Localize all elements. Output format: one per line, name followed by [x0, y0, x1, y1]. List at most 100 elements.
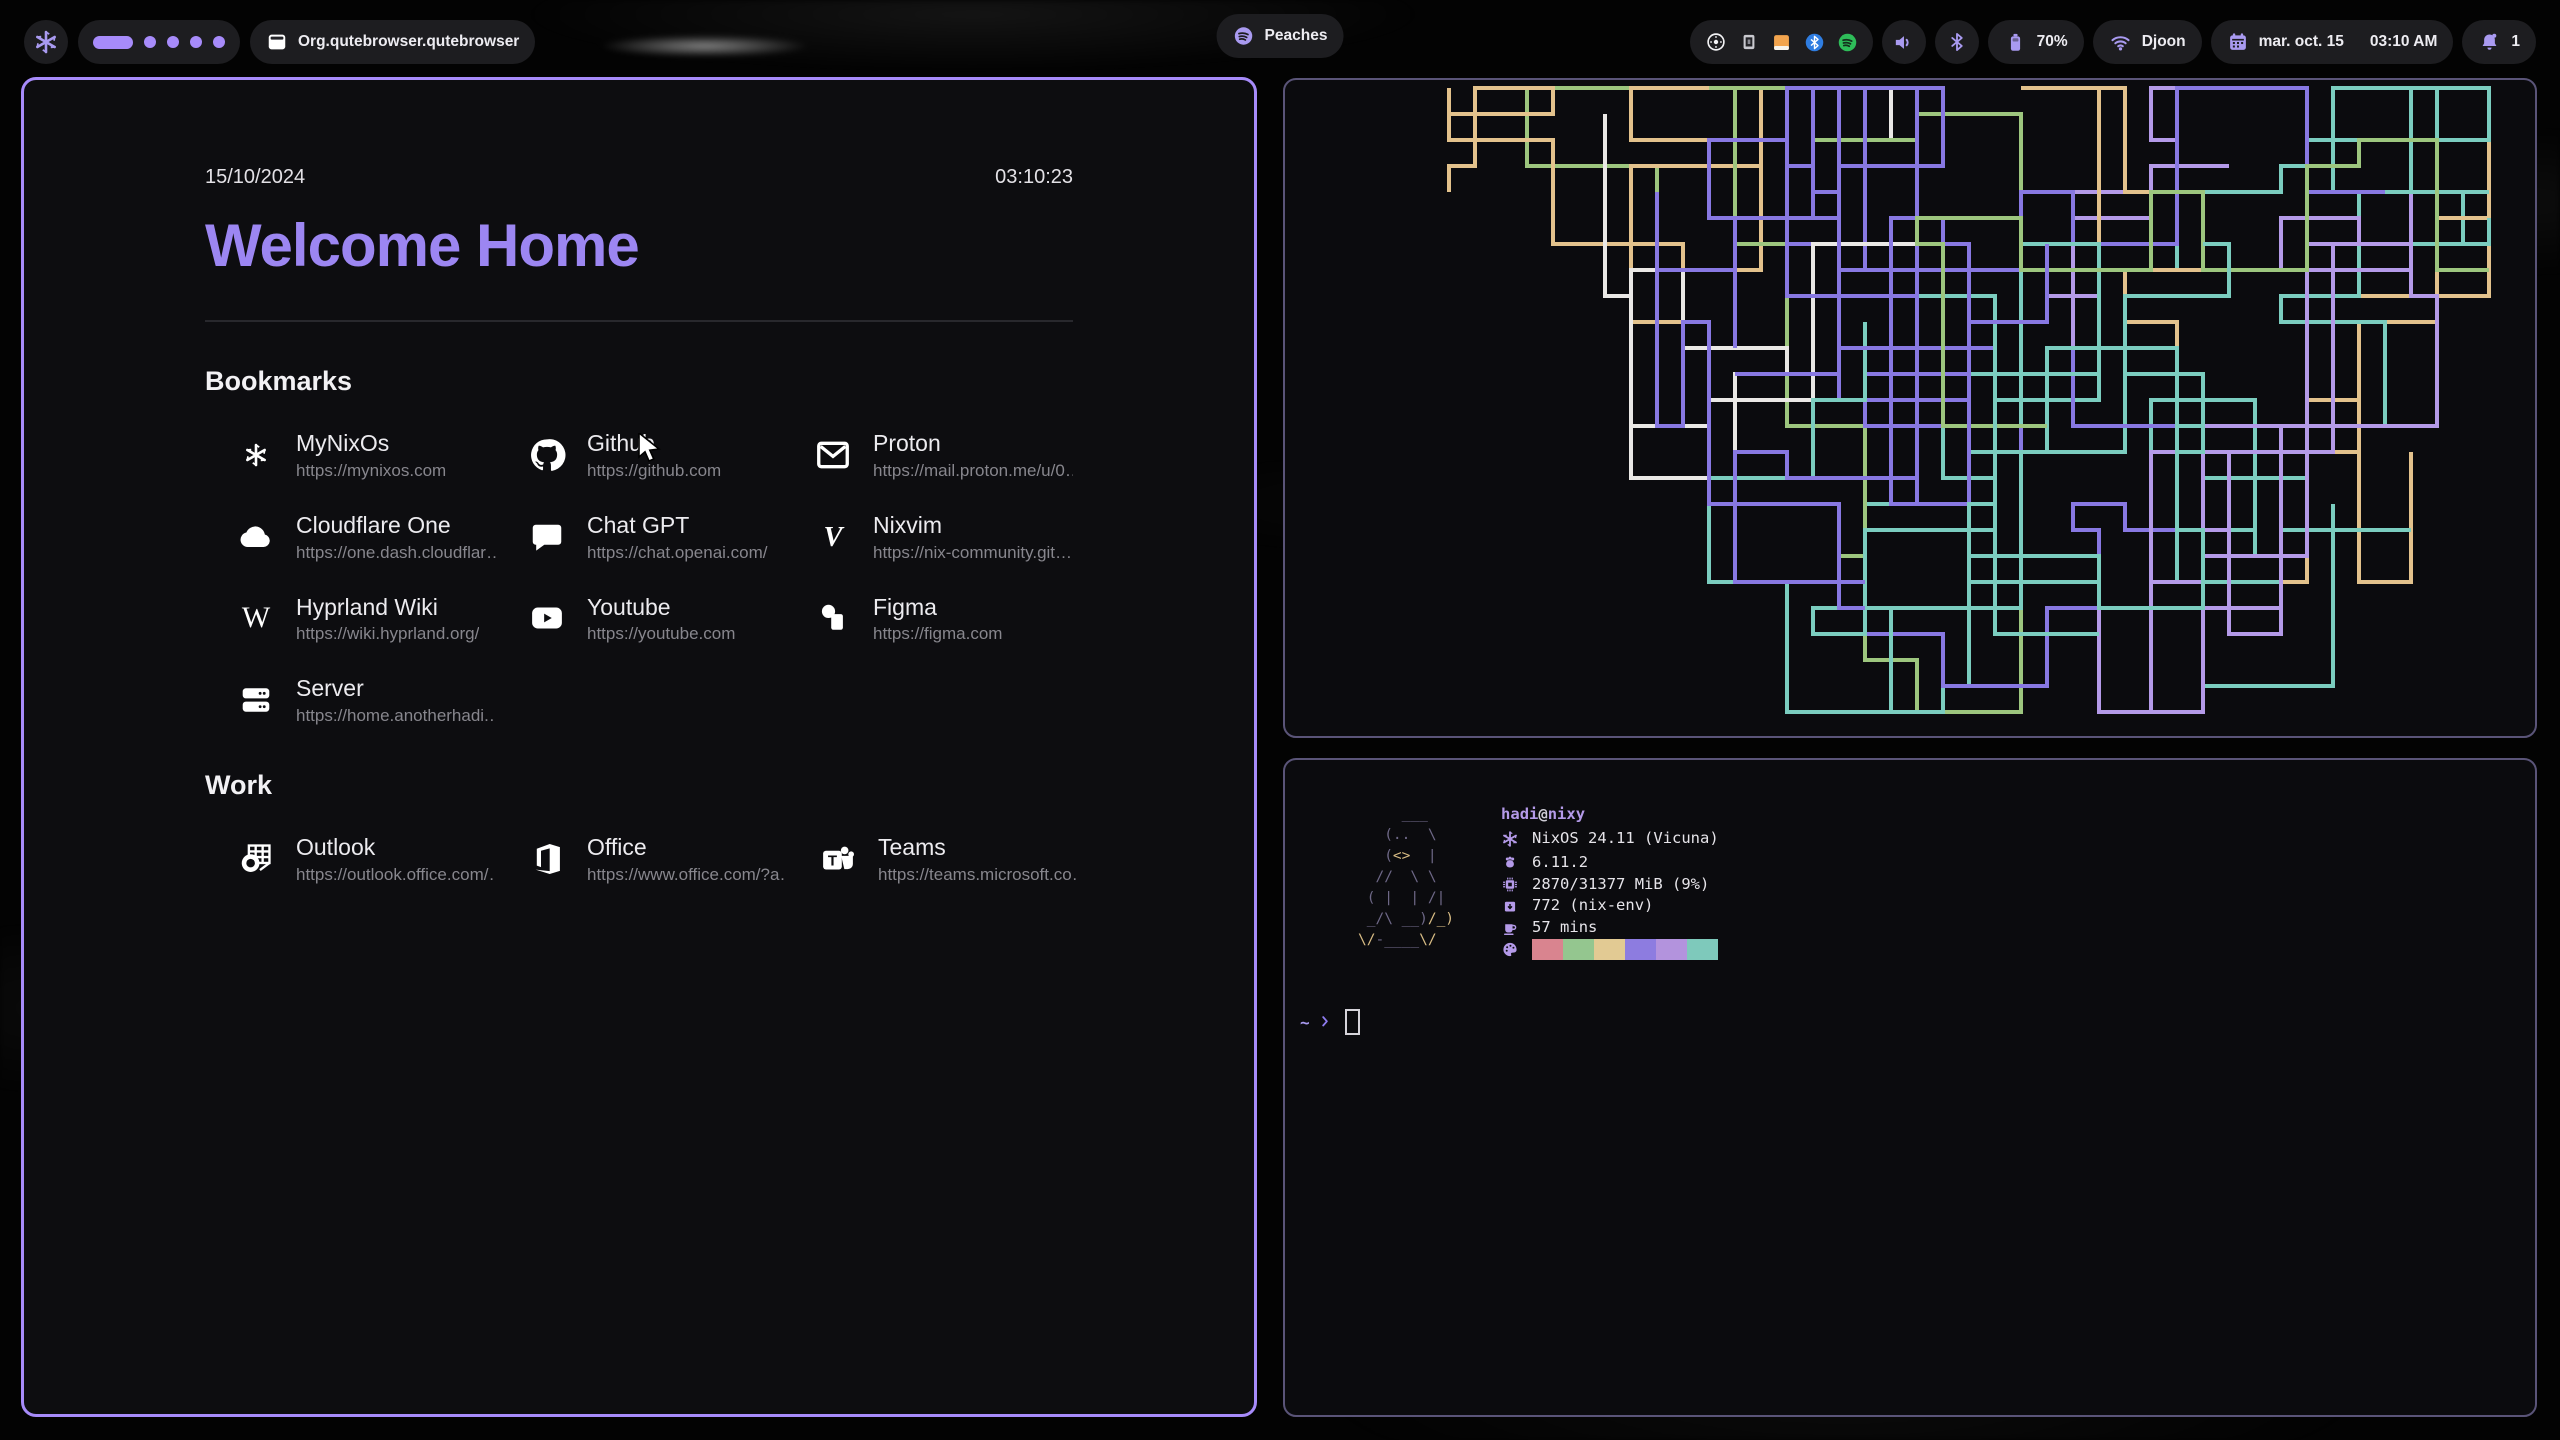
nix-snowflake-icon [1501, 826, 1519, 852]
lens-icon[interactable] [1705, 31, 1727, 53]
fetch-user-host: hadi@nixy [1501, 804, 1719, 826]
workspace-1[interactable] [93, 36, 133, 49]
bookmark-office[interactable]: Office https://www.office.com/?a… [524, 833, 787, 885]
bookmark-hyprland-wiki[interactable]: WHyprland Wikihttps://wiki.hyprland.org/ [233, 593, 496, 645]
bookmark-name: Chat GPT [587, 511, 768, 540]
link-grid: Outlook https://outlook.office.com/… Offic… [205, 833, 1073, 885]
spotify-icon [1233, 25, 1255, 47]
bookmark-url: https://youtube.com [587, 624, 735, 644]
section-heading: Work [205, 770, 1073, 801]
bookmark-chat-gpt[interactable]: Chat GPThttps://chat.openai.com/ [524, 511, 782, 563]
workspace-indicators [78, 20, 240, 64]
music-player-pill[interactable]: Peaches [1217, 14, 1344, 58]
teams-icon: T [815, 836, 861, 882]
clock-pill[interactable]: mar. oct. 15 03:10 AM [2211, 20, 2454, 64]
bookmark-server[interactable]: Serverhttps://home.anotherhadi.… [233, 674, 496, 726]
vim-icon: V [810, 514, 856, 560]
shell-prompt: ~ [1300, 1009, 1360, 1035]
music-track-title: Peaches [1265, 27, 1328, 45]
fetch-row: NixOS 24.11 (Vicuna) [1501, 826, 1719, 852]
battery-pill[interactable]: 70% [1988, 20, 2084, 64]
bookmark-youtube[interactable]: Youtubehttps://youtube.com [524, 593, 782, 645]
volume-icon [1892, 31, 1915, 54]
bookmark-url: https://mail.proton.me/u/0… [873, 461, 1073, 481]
nix-snowflake-icon [33, 29, 59, 55]
bookmark-name: Outlook [296, 833, 496, 862]
office-icon [524, 836, 570, 882]
page-title: Welcome Home [205, 211, 1073, 280]
bookmark-name: Youtube [587, 593, 735, 622]
workspace-2[interactable] [144, 36, 156, 48]
cloud-icon [233, 514, 279, 560]
link-grid: MyNixOshttps://mynixos.comGithubhttps://… [205, 429, 1073, 726]
bookmark-name: Cloudflare One [296, 511, 496, 540]
color-swatch [1687, 939, 1718, 960]
bookmark-name: Nixvim [873, 511, 1072, 540]
startpage-time: 03:10:23 [995, 166, 1073, 189]
network-name: Djoon [2142, 33, 2186, 51]
top-bar: Org.qutebrowser.qutebrowser Peaches [0, 0, 2560, 70]
window-title: Org.qutebrowser.qutebrowser [298, 33, 519, 51]
fetch-value: 2870/31377 MiB (9%) [1532, 874, 1709, 896]
prompt-path: ~ [1300, 1013, 1310, 1032]
workspace-3[interactable] [167, 36, 179, 48]
workspace-5[interactable] [213, 36, 225, 48]
pipes-terminal-window[interactable] [1283, 78, 2537, 738]
svg-text:T: T [828, 853, 838, 870]
bookmark-url: https://mynixos.com [296, 461, 446, 481]
terminal-cursor [1345, 1009, 1360, 1035]
workspace-4[interactable] [190, 36, 202, 48]
nix-snowflake-icon [233, 432, 279, 478]
bookmark-teams[interactable]: TTeamshttps://teams.microsoft.co… [815, 833, 1078, 885]
color-swatch [1656, 939, 1687, 960]
notification-count: 1 [2511, 33, 2520, 51]
color-swatch [1532, 939, 1563, 960]
bookmark-outlook[interactable]: Outlook https://outlook.office.com/… [233, 833, 496, 885]
startpage-date: 15/10/2024 [205, 166, 305, 189]
bookmark-url: https://outlook.office.com/… [296, 865, 496, 885]
bluetooth-badge-icon[interactable] [1804, 32, 1825, 53]
bookmark-figma[interactable]: Figmahttps://figma.com [810, 593, 1073, 645]
section-heading: Bookmarks [205, 366, 1073, 397]
bookmark-url: https://nix-community.git… [873, 543, 1072, 563]
chat-bubble-icon [524, 514, 570, 560]
fetch-colors-row [1501, 939, 1719, 960]
window-icon [266, 31, 288, 53]
tray-app-icons-pill [1690, 20, 1873, 64]
youtube-icon [524, 595, 570, 641]
network-pill[interactable]: Djoon [2093, 20, 2202, 64]
active-window-title-pill[interactable]: Org.qutebrowser.qutebrowser [250, 20, 535, 64]
kernel-icon [1501, 853, 1519, 872]
bookmark-nixvim[interactable]: V Nixvim https://nix-community.git… [810, 511, 1073, 563]
bookmark-name: Office [587, 833, 787, 862]
palette-icon [1501, 940, 1519, 959]
ascii-art-tux: ___ (.. \ (<> | // \ \ ( | | /| _/\ __)/… [1358, 804, 1454, 960]
volume-button[interactable] [1882, 20, 1926, 64]
bookmark-cloudflare-one[interactable]: Cloudflare Onehttps://one.dash.cloudflar… [233, 511, 496, 563]
fetch-rows: NixOS 24.11 (Vicuna)6.11.22870/31377 MiB… [1501, 826, 1719, 939]
browser-window[interactable]: 15/10/2024 03:10:23 Welcome Home Bookmar… [21, 77, 1257, 1417]
chevron-right-icon [1319, 1013, 1333, 1031]
bookmark-url: https://wiki.hyprland.org/ [296, 624, 479, 644]
spotify-badge-icon[interactable] [1837, 32, 1858, 53]
bookmark-name: Figma [873, 593, 1002, 622]
notifications-pill[interactable]: 1 [2462, 20, 2536, 64]
packages-icon [1501, 897, 1519, 916]
fetch-value: 6.11.2 [1532, 852, 1588, 874]
fetch-terminal-window[interactable]: ___ (.. \ (<> | // \ \ ( | | /| _/\ __)/… [1283, 758, 2537, 1417]
nixos-launcher-button[interactable] [24, 20, 68, 64]
bookmark-url: https://www.office.com/?a… [587, 865, 787, 885]
wikipedia-icon: W [233, 595, 279, 641]
svg-text:W: W [242, 602, 271, 635]
bluetooth-button[interactable] [1935, 20, 1979, 64]
notes-icon[interactable] [1771, 32, 1792, 53]
bookmark-mynixos[interactable]: MyNixOshttps://mynixos.com [233, 429, 496, 481]
tray-time: 03:10 AM [2370, 33, 2437, 51]
bookmark-proton[interactable]: Protonhttps://mail.proton.me/u/0… [810, 429, 1073, 481]
memory-icon [1501, 875, 1519, 894]
fetch-row: 57 mins [1501, 917, 1719, 939]
pipes-screensaver [1285, 80, 2535, 736]
terminal-color-swatches [1532, 939, 1718, 960]
bookmark-url: https://figma.com [873, 624, 1002, 644]
device-icon[interactable] [1739, 32, 1759, 52]
